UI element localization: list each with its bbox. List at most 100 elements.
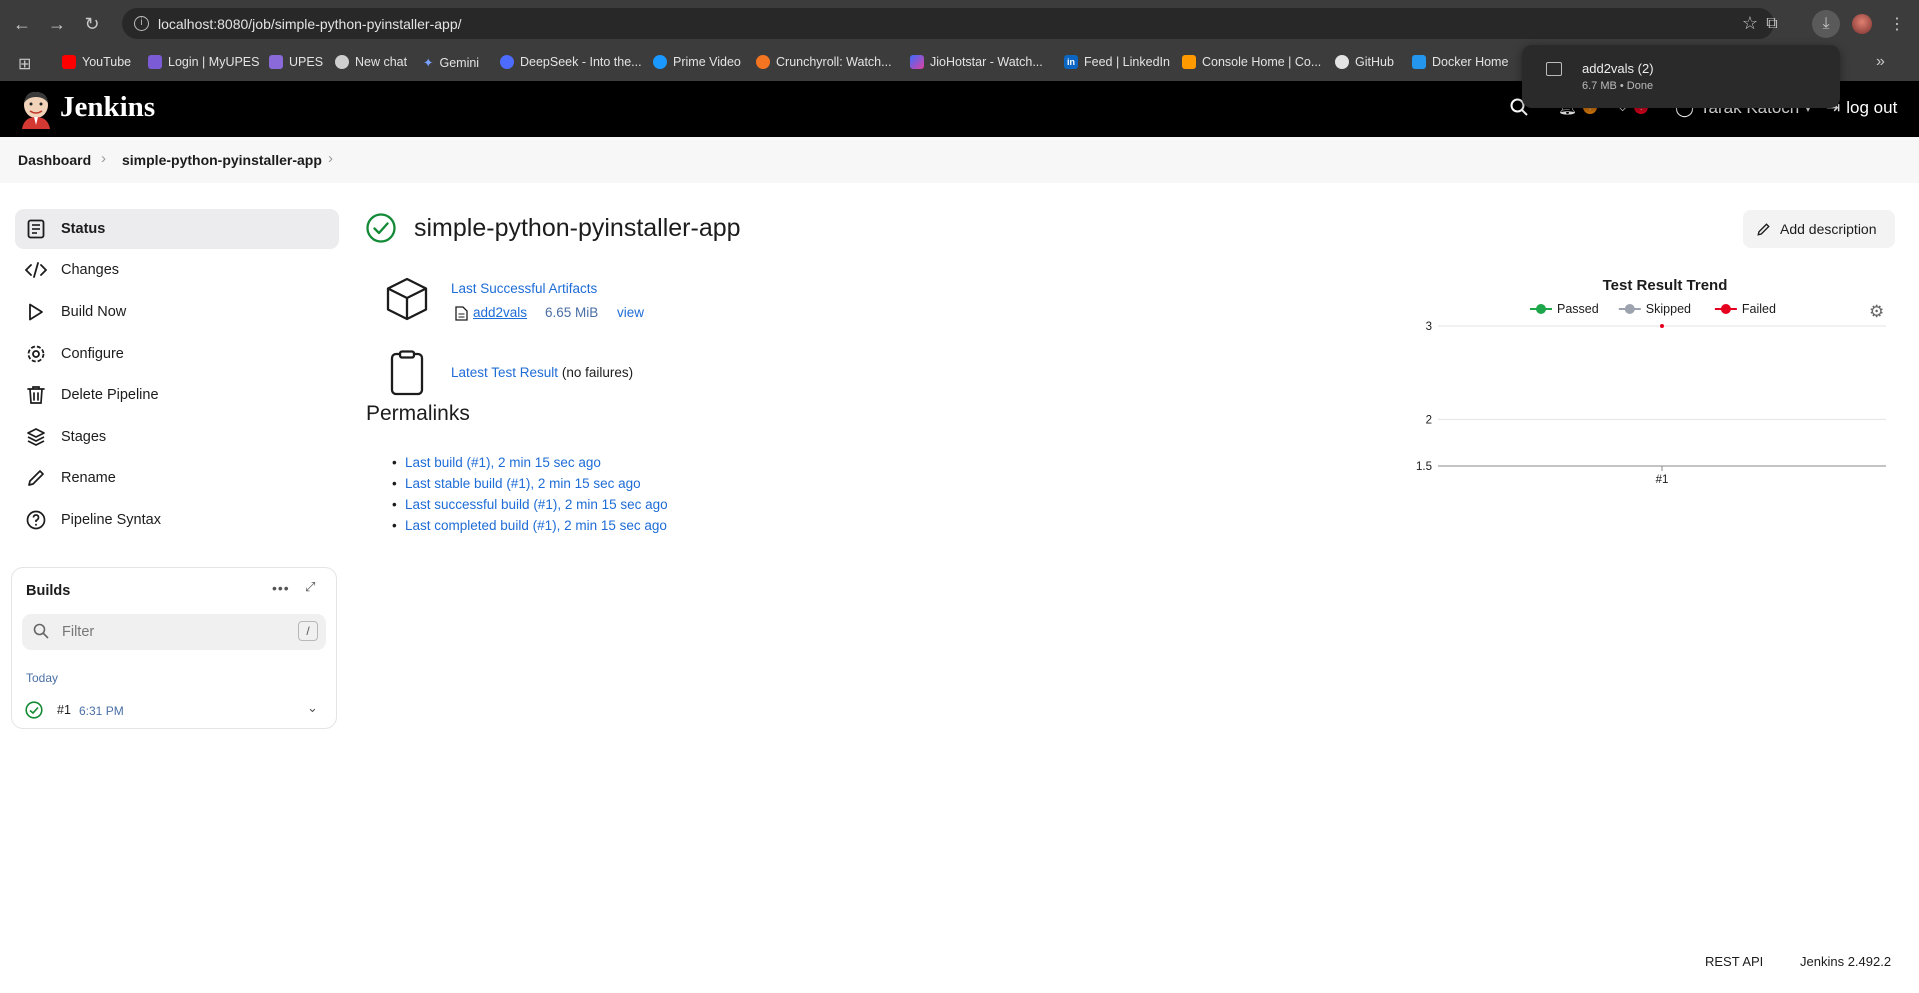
bookmark-aws-console[interactable]: Console Home | Co...: [1182, 55, 1321, 69]
builds-title: Builds: [26, 583, 71, 599]
legend-label: Failed: [1742, 302, 1776, 316]
chevron-right-icon: ›: [101, 150, 106, 167]
deepseek-icon: [500, 55, 514, 69]
chevron-down-icon[interactable]: ⌄: [307, 700, 318, 716]
permalink-last-completed-build[interactable]: Last completed build (#1), 2 min 15 sec …: [392, 518, 667, 533]
profile-avatar[interactable]: [1848, 10, 1876, 38]
file-icon: [1546, 62, 1562, 76]
breadcrumb-dashboard[interactable]: Dashboard: [18, 152, 91, 168]
test-result-note: (no failures): [561, 365, 634, 380]
chart-settings-gear-icon[interactable]: ⚙: [1869, 302, 1884, 322]
reload-icon[interactable]: ↻: [80, 12, 104, 36]
download-name: add2vals (2): [1582, 61, 1654, 76]
chevron-right-icon[interactable]: ›: [328, 150, 333, 167]
sidebar-item-label: Pipeline Syntax: [61, 512, 161, 528]
bookmark-upes[interactable]: UPES: [269, 55, 323, 69]
bookmark-myupes[interactable]: Login | MyUPES: [148, 55, 259, 69]
y-tick-label: 1.5: [1416, 461, 1432, 473]
bookmark-linkedin[interactable]: in Feed | LinkedIn: [1064, 55, 1170, 69]
package-icon: [385, 276, 429, 322]
latest-test-result-link[interactable]: Latest Test Result: [451, 365, 558, 380]
sidebar-item-changes[interactable]: Changes: [15, 250, 339, 290]
url-text: localhost:8080/job/simple-python-pyinsta…: [158, 16, 462, 32]
crunchyroll-icon: [756, 55, 770, 69]
apps-grid-icon[interactable]: ⊞: [18, 54, 31, 74]
bookmark-prime-video[interactable]: Prime Video: [653, 55, 741, 69]
builds-panel: Builds ••• ⤢ / Today #1 6:31 PM ⌄: [11, 567, 337, 729]
builds-filter[interactable]: /: [22, 614, 326, 650]
bookmark-jiohotstar[interactable]: JioHotstar - Watch...: [910, 55, 1043, 69]
more-options-icon[interactable]: •••: [272, 580, 290, 596]
expand-icon[interactable]: ⤢: [305, 579, 315, 595]
legend-label: Skipped: [1646, 302, 1691, 316]
bookmark-docker[interactable]: Docker Home: [1412, 55, 1508, 69]
jenkins-title[interactable]: Jenkins: [60, 91, 155, 124]
sidebar-item-pipeline-syntax[interactable]: Pipeline Syntax: [15, 500, 339, 540]
bookmark-crunchyroll[interactable]: Crunchyroll: Watch...: [756, 55, 892, 69]
add-description-button[interactable]: Add description: [1743, 210, 1895, 248]
sidebar-item-stages[interactable]: Stages: [15, 417, 339, 457]
sidebar-item-configure[interactable]: Configure: [15, 334, 339, 374]
download-icon[interactable]: ⤓: [1812, 10, 1840, 38]
y-tick-label: 3: [1426, 321, 1432, 333]
test-result-line: Latest Test Result (no failures): [451, 365, 633, 380]
prime-video-icon: [653, 55, 667, 69]
sidebar-item-label: Configure: [61, 346, 124, 362]
linkedin-icon: in: [1064, 55, 1078, 69]
extensions-icon[interactable]: ⧉: [1758, 10, 1786, 38]
success-check-icon: [25, 701, 43, 719]
sidebar-item-label: Rename: [61, 470, 116, 486]
jenkins-version-link[interactable]: Jenkins 2.492.2: [1800, 954, 1891, 969]
y-tick-label: 2: [1426, 414, 1432, 426]
bookmark-gemini[interactable]: ✦ Gemini: [423, 55, 479, 71]
site-info-icon[interactable]: i: [134, 16, 149, 31]
x-tick-label: #1: [1656, 474, 1669, 486]
sidebar-item-label: Build Now: [61, 304, 127, 320]
page-title: simple-python-pyinstaller-app: [414, 214, 741, 242]
clipboard-icon: [390, 350, 424, 396]
permalinks-heading: Permalinks: [366, 402, 470, 425]
trend-chart-svg: Test Result Trend Passed Skipped Failed 1.5 2…: [1416, 277, 1886, 486]
back-icon[interactable]: ←: [10, 12, 34, 36]
data-point-failed: [1660, 324, 1664, 328]
browser-toolbar: ← → ↻ i localhost:8080/job/simple-python…: [0, 0, 1919, 47]
bookmark-new-chat[interactable]: New chat: [335, 55, 407, 69]
youtube-icon: [62, 55, 76, 69]
sidebar-item-build-now[interactable]: Build Now: [15, 292, 339, 332]
bookmark-deepseek[interactable]: DeepSeek - Into the...: [500, 55, 642, 69]
test-result-trend-chart: Test Result Trend Passed Skipped Failed 1.5 2…: [1410, 268, 1896, 498]
download-popup[interactable]: add2vals (2) 6.7 MB • Done: [1522, 45, 1840, 108]
upes-icon: [269, 55, 283, 69]
permalink-last-successful-build[interactable]: Last successful build (#1), 2 min 15 sec…: [392, 497, 668, 512]
jiohotstar-icon: [910, 55, 924, 69]
build-time: 6:31 PM: [79, 704, 124, 718]
rest-api-link[interactable]: REST API: [1705, 954, 1763, 969]
filter-input[interactable]: [60, 623, 284, 641]
github-icon: [1335, 55, 1349, 69]
upes-icon: [148, 55, 162, 69]
keyboard-shortcut-badge: /: [298, 621, 318, 641]
artifact-link[interactable]: add2vals: [473, 305, 527, 320]
job-status-icon: [366, 213, 396, 243]
address-bar[interactable]: i localhost:8080/job/simple-python-pyins…: [122, 8, 1774, 39]
last-successful-artifacts-link[interactable]: Last Successful Artifacts: [451, 281, 597, 296]
more-bookmarks-icon[interactable]: »: [1876, 53, 1885, 71]
breadcrumb-job[interactable]: simple-python-pyinstaller-app: [122, 152, 322, 168]
build-row[interactable]: #1 6:31 PM ⌄: [12, 694, 334, 724]
legend-swatch-dot: [1720, 304, 1731, 314]
forward-icon[interactable]: →: [45, 12, 69, 36]
permalink-last-build[interactable]: Last build (#1), 2 min 15 sec ago: [392, 455, 601, 470]
bookmark-star-icon[interactable]: ☆: [1742, 13, 1758, 34]
jenkins-logo[interactable]: [18, 89, 54, 129]
artifact-view-link[interactable]: view: [617, 305, 644, 320]
sidebar-item-delete-pipeline[interactable]: Delete Pipeline: [15, 375, 339, 415]
sidebar-item-status[interactable]: Status: [15, 209, 339, 249]
bookmark-youtube[interactable]: YouTube: [62, 55, 131, 69]
sidebar-item-label: Status: [61, 221, 106, 237]
sidebar-item-rename[interactable]: Rename: [15, 458, 339, 498]
build-number[interactable]: #1: [57, 703, 71, 717]
more-menu-icon[interactable]: ⋮: [1883, 10, 1911, 38]
search-icon: [33, 623, 49, 639]
permalink-last-stable-build[interactable]: Last stable build (#1), 2 min 15 sec ago: [392, 476, 641, 491]
bookmark-github[interactable]: GitHub: [1335, 55, 1394, 69]
